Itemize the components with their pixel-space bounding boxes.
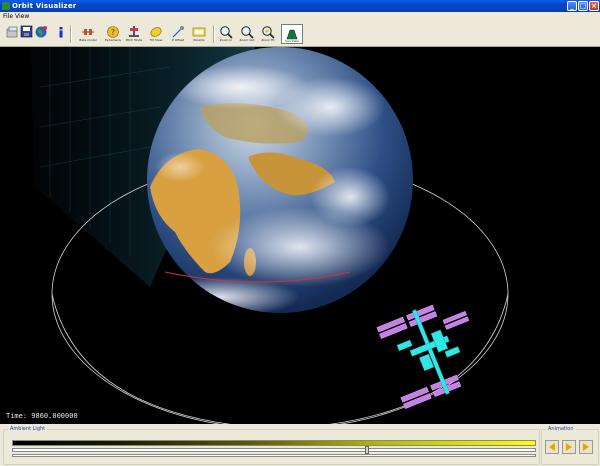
animation-group: Animation [541,426,599,465]
save-button[interactable] [18,24,33,44]
close-button[interactable]: × [589,1,599,11]
ambient-light-group: Ambient Light [3,426,540,465]
scene-canvas [30,47,509,424]
beta-model-button[interactable]: Beta model [76,24,100,44]
beta-model-label: Beta model [79,38,97,42]
pitch-mode-label: Pitch Mode [125,38,143,42]
p-offset-icon [172,26,184,38]
sun-view-button[interactable]: Sun View [281,24,303,44]
ambient-light-gradient [12,440,536,446]
info-icon [59,27,63,38]
time-readout: Time: 9860.000000 [6,412,78,420]
ambient-light-slider[interactable] [12,446,536,454]
info-button[interactable] [52,24,66,44]
zoom-out-icon [241,26,254,39]
close-icon: × [591,2,597,10]
zoom-fit-button[interactable]: Zoom Fit [258,24,278,44]
pitch-mode-button[interactable]: Pitch Mode [124,24,144,44]
ambient-light-track[interactable] [12,454,536,457]
menu-view[interactable]: View [15,12,29,22]
pitch-mode-icon [129,26,139,37]
ambient-light-legend: Ambient Light [8,426,48,433]
prev-icon [549,443,555,451]
p-offset-button[interactable]: P Offset [168,24,188,44]
globe-button[interactable] [32,24,48,44]
open-button[interactable] [4,24,18,44]
animation-legend: Animation [546,426,576,433]
toolbar: Beta model ? Ephemeris Pitch Mode Tilt V… [0,22,600,47]
ambient-light-thumb[interactable] [365,446,369,454]
zoom-out-button[interactable]: Zoom Out [237,24,257,44]
prev-frame-button[interactable] [545,440,559,454]
bottom-panel: Ambient Light Animation [0,424,600,466]
play-button[interactable] [562,440,576,454]
tilt-view-button[interactable]: Tilt View [146,24,166,44]
beta-model-icon [82,29,94,35]
zoom-in-icon [220,26,233,39]
tilt-view-icon [150,27,162,37]
menu-file[interactable]: File [3,12,13,22]
zoom-in-button[interactable]: Zoom In [216,24,236,44]
window-title: Orbit Visualizer [12,2,77,10]
minimize-button[interactable]: _ [567,1,577,11]
toolbar-separator [213,25,215,43]
params-button[interactable]: Params [188,24,210,44]
svg-text:?: ? [111,28,115,37]
toolbar-separator [70,25,72,43]
zoom-in-label: Zoom In [219,38,233,42]
menu-bar: File View [0,12,600,22]
ephemeris-label: Ephemeris [105,38,121,42]
maximize-icon: □ [579,2,587,10]
minimize-icon: _ [570,2,574,10]
p-offset-label: P Offset [172,38,184,42]
globe-icon [35,26,47,38]
zoom-out-label: Zoom Out [239,38,255,42]
orbit-front-arc [51,293,509,424]
play-icon [566,443,572,451]
params-label: Params [193,38,205,42]
sun-view-label: Sun View [285,39,299,43]
orbit-viewport[interactable]: Time: 9860.000000 [0,47,600,424]
tilt-view-label: Tilt View [149,38,163,42]
ephemeris-icon: ? [107,26,119,38]
title-bar: Orbit Visualizer _ □ × [0,0,600,12]
maximize-button[interactable]: □ [578,1,588,11]
zoom-fit-icon [262,26,275,39]
next-frame-button[interactable] [579,440,593,454]
app-icon [2,2,10,10]
next-icon [583,443,589,451]
params-icon [192,27,206,37]
ephemeris-button[interactable]: ? Ephemeris [102,24,124,44]
zoom-fit-label: Zoom Fit [261,38,275,42]
